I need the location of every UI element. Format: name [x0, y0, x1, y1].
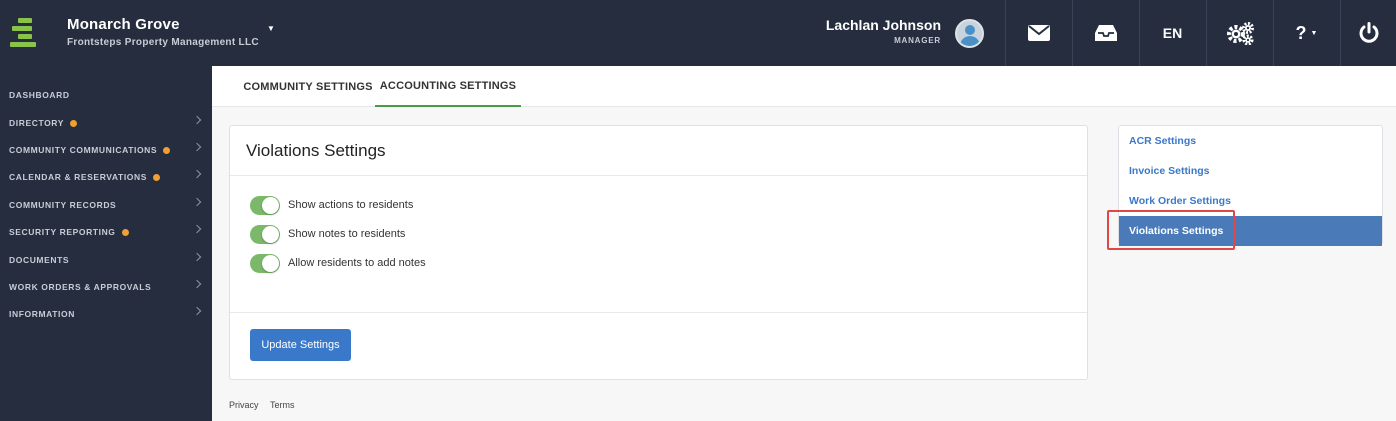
- violations-settings-card: Violations Settings Show actions to resi…: [229, 125, 1088, 380]
- sidebar-item-label: COMMUNITY COMMUNICATIONS: [9, 145, 158, 155]
- privacy-link[interactable]: Privacy: [229, 400, 259, 410]
- update-settings-button[interactable]: Update Settings: [250, 329, 351, 361]
- toggle-row-allow-notes: Allow residents to add notes: [250, 253, 426, 273]
- sidebar-item-label: INFORMATION: [9, 309, 75, 319]
- sidebar-item-label: DASHBOARD: [9, 90, 70, 100]
- sidebar-item-documents[interactable]: DOCUMENTS: [0, 249, 212, 271]
- inbox-tray-icon: [1094, 25, 1117, 41]
- chevron-right-icon: [192, 142, 202, 152]
- sidebar-item-community-records[interactable]: COMMUNITY RECORDS: [0, 194, 212, 216]
- settings-nav-violations[interactable]: Violations Settings: [1119, 216, 1382, 246]
- sidebar: DASHBOARD DIRECTORY COMMUNITY COMMUNICATIO…: [0, 66, 212, 421]
- inbox-button[interactable]: [1072, 0, 1138, 66]
- toggle-label: Allow residents to add notes: [288, 257, 426, 269]
- language-button[interactable]: EN: [1139, 0, 1205, 66]
- notification-dot-icon: [70, 119, 77, 127]
- logout-button[interactable]: [1340, 0, 1396, 66]
- settings-nav: ACR Settings Invoice Settings Work Order…: [1118, 125, 1383, 246]
- toggle-row-show-notes: Show notes to residents: [250, 224, 405, 244]
- sidebar-item-label: CALENDAR & RESERVATIONS: [9, 172, 148, 182]
- chevron-right-icon: [192, 224, 202, 234]
- terms-link[interactable]: Terms: [270, 400, 295, 410]
- chevron-right-icon: [192, 306, 202, 316]
- settings-button[interactable]: [1206, 0, 1272, 66]
- sidebar-item-directory[interactable]: DIRECTORY: [0, 112, 212, 134]
- divider: [230, 312, 1087, 313]
- settings-nav-acr[interactable]: ACR Settings: [1119, 126, 1382, 156]
- toggle-label: Show actions to residents: [288, 199, 414, 211]
- notification-dot-icon: [153, 173, 161, 181]
- user-name: Lachlan Johnson: [825, 17, 941, 33]
- settings-nav-work-order[interactable]: Work Order Settings: [1119, 186, 1382, 216]
- chevron-right-icon: [192, 279, 202, 289]
- caret-down-icon[interactable]: ▼: [267, 24, 275, 33]
- frontsteps-logo-icon[interactable]: [10, 18, 36, 48]
- user-info[interactable]: Lachlan Johnson MANAGER: [826, 17, 941, 45]
- settings-tabs: COMMUNITY SETTINGS ACCOUNTING SETTINGS: [212, 66, 1396, 107]
- envelope-icon: [1027, 25, 1050, 41]
- settings-nav-invoice[interactable]: Invoice Settings: [1119, 156, 1382, 186]
- tab-accounting-settings[interactable]: ACCOUNTING SETTINGS: [375, 66, 521, 107]
- chevron-right-icon: [192, 252, 202, 262]
- sidebar-item-security-reporting[interactable]: SECURITY REPORTING: [0, 221, 212, 243]
- help-button[interactable]: ? ▼: [1273, 0, 1339, 66]
- sidebar-item-label: COMMUNITY RECORDS: [9, 200, 117, 210]
- sidebar-item-label: DIRECTORY: [9, 118, 64, 128]
- show-actions-toggle[interactable]: [250, 195, 280, 215]
- sidebar-item-calendar-reservations[interactable]: CALENDAR & RESERVATIONS: [0, 166, 212, 188]
- community-name: Monarch Grove: [67, 16, 180, 33]
- notification-dot-icon: [163, 146, 171, 154]
- sidebar-item-community-communications[interactable]: COMMUNITY COMMUNICATIONS: [0, 139, 212, 161]
- toggle-label: Show notes to residents: [288, 228, 406, 240]
- show-notes-toggle[interactable]: [250, 224, 280, 244]
- card-title: Violations Settings: [246, 141, 386, 160]
- user-role: MANAGER: [894, 36, 941, 45]
- management-company-name: Frontsteps Property Management LLC: [67, 37, 259, 48]
- sidebar-item-information[interactable]: INFORMATION: [0, 303, 212, 325]
- sidebar-item-label: SECURITY REPORTING: [9, 227, 116, 237]
- help-icon: ?: [1295, 22, 1307, 43]
- notification-dot-icon: [121, 228, 129, 236]
- community-switcher[interactable]: Monarch Grove Frontsteps Property Manage…: [67, 16, 259, 48]
- toggle-row-show-actions: Show actions to residents: [250, 195, 413, 215]
- sidebar-item-label: DOCUMENTS: [9, 255, 70, 265]
- messages-button[interactable]: [1005, 0, 1071, 66]
- divider: [230, 175, 1087, 176]
- sidebar-item-work-orders-approvals[interactable]: WORK ORDERS & APPROVALS: [0, 276, 212, 298]
- gears-icon: [1226, 22, 1254, 45]
- power-icon: [1359, 22, 1378, 43]
- chevron-right-icon: [192, 197, 202, 207]
- caret-down-icon: ▼: [1310, 29, 1318, 37]
- chevron-right-icon: [192, 169, 202, 179]
- top-bar: Monarch Grove Frontsteps Property Manage…: [0, 0, 1396, 66]
- avatar[interactable]: [955, 19, 984, 48]
- allow-notes-toggle[interactable]: [250, 253, 280, 273]
- chevron-right-icon: [192, 115, 202, 125]
- sidebar-item-label: WORK ORDERS & APPROVALS: [9, 282, 152, 292]
- sidebar-item-dashboard[interactable]: DASHBOARD: [0, 84, 212, 106]
- tab-community-settings[interactable]: COMMUNITY SETTINGS: [228, 66, 388, 107]
